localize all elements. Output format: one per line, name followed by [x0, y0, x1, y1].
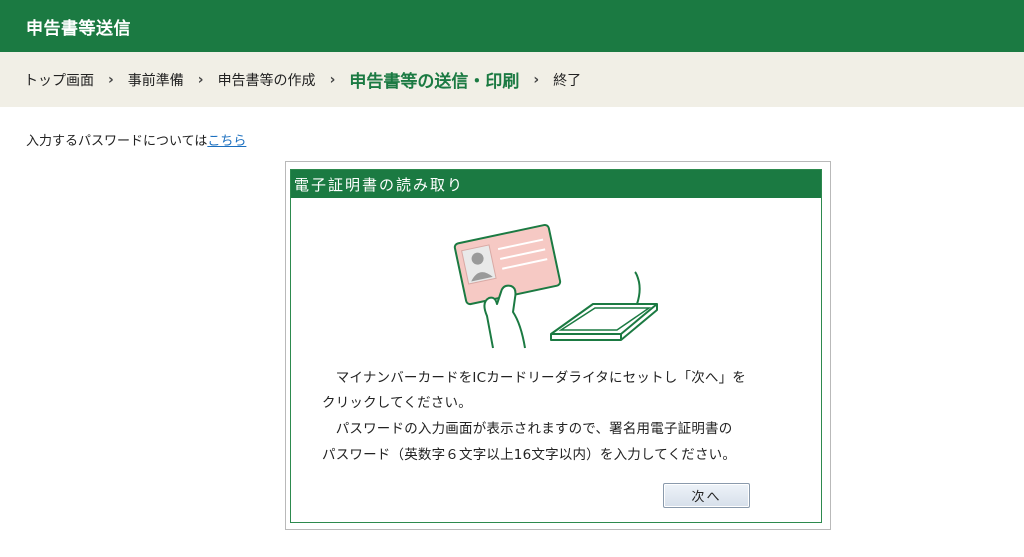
- breadcrumb-separator: ›: [108, 71, 114, 88]
- breadcrumb-item-send-print: 申告書等の送信・印刷: [349, 72, 520, 92]
- dialog-message-line-1: マイナンバーカードをICカードリーダライタにセットし「次へ」を: [322, 370, 746, 386]
- dialog-message-line-2: クリックしてください。: [322, 395, 472, 411]
- password-note-text: 入力するパスワードについては: [26, 134, 208, 149]
- breadcrumb-item-top: トップ画面: [24, 72, 94, 89]
- password-note: 入力するパスワードについてはこちら: [26, 130, 246, 149]
- breadcrumb-item-create: 申告書等の作成: [217, 72, 316, 89]
- certificate-read-dialog: 電子証明書の読み取り マイナンバーカードをICカードリーダライタにセットし「次へ…: [290, 169, 822, 523]
- header-bar: 申告書等送信: [0, 0, 1024, 52]
- breadcrumb-separator: ›: [533, 71, 540, 88]
- dialog-message-line-4: パスワード（英数字６文字以上16文字以内）を入力してください。: [322, 447, 737, 463]
- breadcrumb: トップ画面 › 事前準備 › 申告書等の作成 › 申告書等の送信・印刷 › 終了: [0, 52, 1024, 107]
- next-button[interactable]: 次へ: [663, 483, 750, 508]
- breadcrumb-separator: ›: [197, 71, 204, 88]
- breadcrumb-separator: ›: [329, 71, 336, 88]
- card-reader-illustration: [453, 223, 658, 349]
- password-info-link[interactable]: こちら: [207, 134, 246, 149]
- dialog-message-line-3: パスワードの入力画面が表示されますので、署名用電子証明書の: [322, 421, 733, 437]
- breadcrumb-item-preparation: 事前準備: [127, 72, 184, 89]
- ic-card-reader-icon: [550, 271, 658, 341]
- app-title: 申告書等送信: [26, 18, 131, 39]
- breadcrumb-item-end: 終了: [553, 72, 582, 89]
- dialog-title: 電子証明書の読み取り: [291, 170, 821, 198]
